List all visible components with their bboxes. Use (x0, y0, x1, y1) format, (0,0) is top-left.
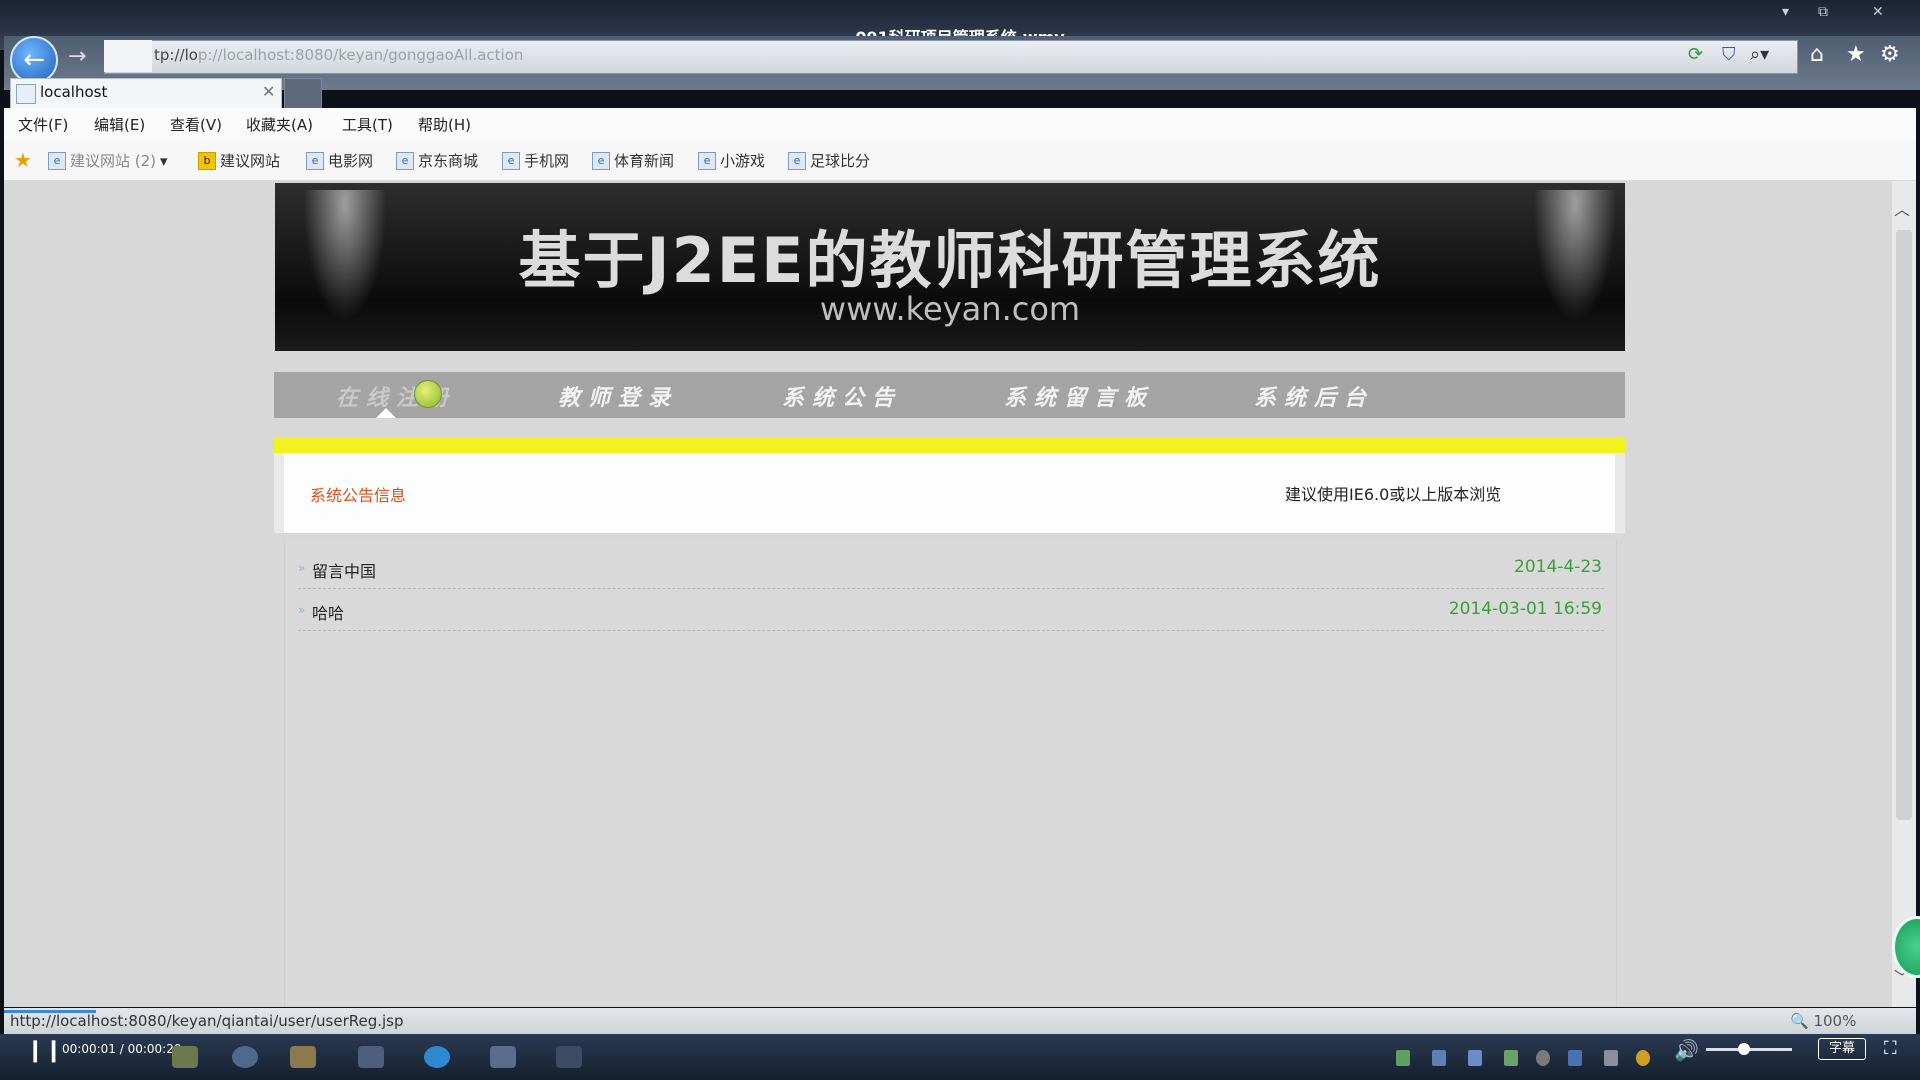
restore-icon[interactable]: ⧉ (1818, 4, 1828, 20)
taskbar-folder-icon[interactable] (290, 1046, 316, 1068)
nav-admin[interactable]: 系统后台 (1254, 380, 1374, 412)
announcement-date: 2014-4-23 (1514, 557, 1602, 577)
tray-icon[interactable] (1568, 1050, 1582, 1066)
volume-icon[interactable]: 🔊 (1674, 1038, 1699, 1062)
volume-knob[interactable] (1738, 1043, 1750, 1055)
nav-announcements[interactable]: 系统公告 (782, 380, 902, 412)
ie-page-icon: e (592, 151, 610, 170)
fav-jd[interactable]: e 京东商城 (396, 150, 478, 171)
nav-message-board[interactable]: 系统留言板 (1004, 380, 1154, 412)
tab-favicon-icon (16, 84, 36, 104)
fav-suggested-sites-dropdown[interactable]: e 建议网站 (2) ▾ (48, 150, 168, 171)
notice-title: 系统公告信息 (310, 486, 407, 505)
menu-view[interactable]: 查看(V) (170, 114, 222, 135)
site-title: 基于J2EE的教师科研管理系统 (518, 224, 1382, 297)
table-row[interactable] (298, 548, 1604, 589)
player-controls (0, 1034, 1920, 1080)
fav-football[interactable]: e 足球比分 (788, 150, 870, 171)
loading-globe-icon (414, 380, 442, 408)
main-nav (274, 372, 1625, 418)
announcement-title[interactable]: 留言中国 (312, 558, 376, 582)
ie-page-icon: e (502, 151, 520, 170)
search-icon[interactable]: ⌕▾ (1750, 44, 1769, 65)
taskbar-app-icon[interactable] (490, 1046, 516, 1068)
shield-icon[interactable]: ⛉ (1722, 44, 1736, 65)
tray-icon[interactable] (1536, 1050, 1550, 1066)
zoom-level[interactable]: 🔍 100% (1790, 1012, 1856, 1030)
bing-icon: b (198, 151, 216, 170)
fav-suggested-sites[interactable]: b 建议网站 (198, 150, 280, 171)
nav-active-indicator (376, 408, 396, 418)
menu-tools[interactable]: 工具(T) (342, 114, 393, 135)
fav-movie[interactable]: e 电影网 (306, 150, 373, 171)
fav-games[interactable]: e 小游戏 (698, 150, 765, 171)
scroll-thumb[interactable] (1896, 230, 1912, 820)
fullscreen-icon[interactable]: ⛶ (1884, 1038, 1897, 1059)
taskbar-ie-icon[interactable] (424, 1046, 450, 1068)
compat-icon[interactable]: ⟳ (1688, 44, 1703, 65)
tab-close-icon[interactable]: ✕ (262, 82, 275, 101)
tray-shield-icon[interactable] (1468, 1050, 1482, 1066)
ie-page-icon: e (396, 151, 414, 170)
playback-time: 00:00:01 / 00:00:20 (62, 1042, 182, 1056)
tray-icon[interactable] (1636, 1050, 1650, 1066)
taskbar-app-icon[interactable] (232, 1046, 258, 1068)
address-text[interactable]: tp://lop://localhost:8080/keyan/gonggaoA… (154, 46, 523, 64)
settings-gear-icon[interactable]: ⚙ (1880, 42, 1900, 67)
browser-tip: 建议使用IE6.0或以上版本浏览 (1285, 485, 1502, 504)
tray-icon[interactable] (1504, 1050, 1518, 1066)
tab-title: localhost (40, 83, 108, 101)
close-icon[interactable]: ✕ (1872, 4, 1884, 20)
ie-page-icon: e (788, 151, 806, 170)
favorites-bar (4, 140, 1916, 181)
announcement-title[interactable]: 哈哈 (312, 600, 344, 624)
favorites-star-icon[interactable]: ★ (14, 148, 32, 172)
fav-sports[interactable]: e 体育新闻 (592, 150, 674, 171)
bullet-icon: » (298, 561, 306, 575)
nav-teacher-login[interactable]: 教师登录 (558, 380, 678, 412)
scroll-up-icon[interactable]: ︿ (1894, 196, 1910, 220)
pause-icon[interactable]: ❙❙ (26, 1038, 63, 1063)
address-page-icon (104, 40, 152, 72)
menu-help[interactable]: 帮助(H) (418, 114, 471, 135)
tray-bluetooth-icon[interactable] (1604, 1050, 1618, 1066)
site-url: www.keyan.com (819, 290, 1081, 328)
favorites-star-icon[interactable]: ★ (1846, 42, 1866, 67)
new-tab-button[interactable] (284, 78, 322, 110)
minimize-icon[interactable]: ▾ (1782, 4, 1789, 20)
taskbar-app-icon[interactable] (556, 1046, 582, 1068)
ie-page-icon: e (306, 151, 324, 170)
menu-edit[interactable]: 编辑(E) (94, 114, 145, 135)
taskbar-app-icon[interactable] (358, 1046, 384, 1068)
announcement-date: 2014-03-01 16:59 (1448, 599, 1602, 619)
back-button[interactable]: ← (10, 36, 58, 84)
ie-page-icon: e (698, 151, 716, 170)
menu-favorites[interactable]: 收藏夹(A) (246, 114, 313, 135)
forward-button[interactable]: → (68, 44, 86, 69)
subtitle-button[interactable]: 字幕 (1818, 1038, 1866, 1060)
taskbar-app-icon[interactable] (172, 1046, 198, 1068)
status-url: http://localhost:8080/keyan/qiantai/user… (10, 1012, 404, 1030)
tray-icon[interactable] (1432, 1050, 1446, 1066)
menu-file[interactable]: 文件(F) (18, 114, 68, 135)
ie-page-icon: e (48, 151, 66, 170)
table-row[interactable] (298, 590, 1604, 631)
bullet-icon: » (298, 603, 306, 617)
fav-phone[interactable]: e 手机网 (502, 150, 569, 171)
tray-icon[interactable] (1396, 1050, 1410, 1066)
home-icon[interactable]: ⌂ (1810, 42, 1824, 67)
